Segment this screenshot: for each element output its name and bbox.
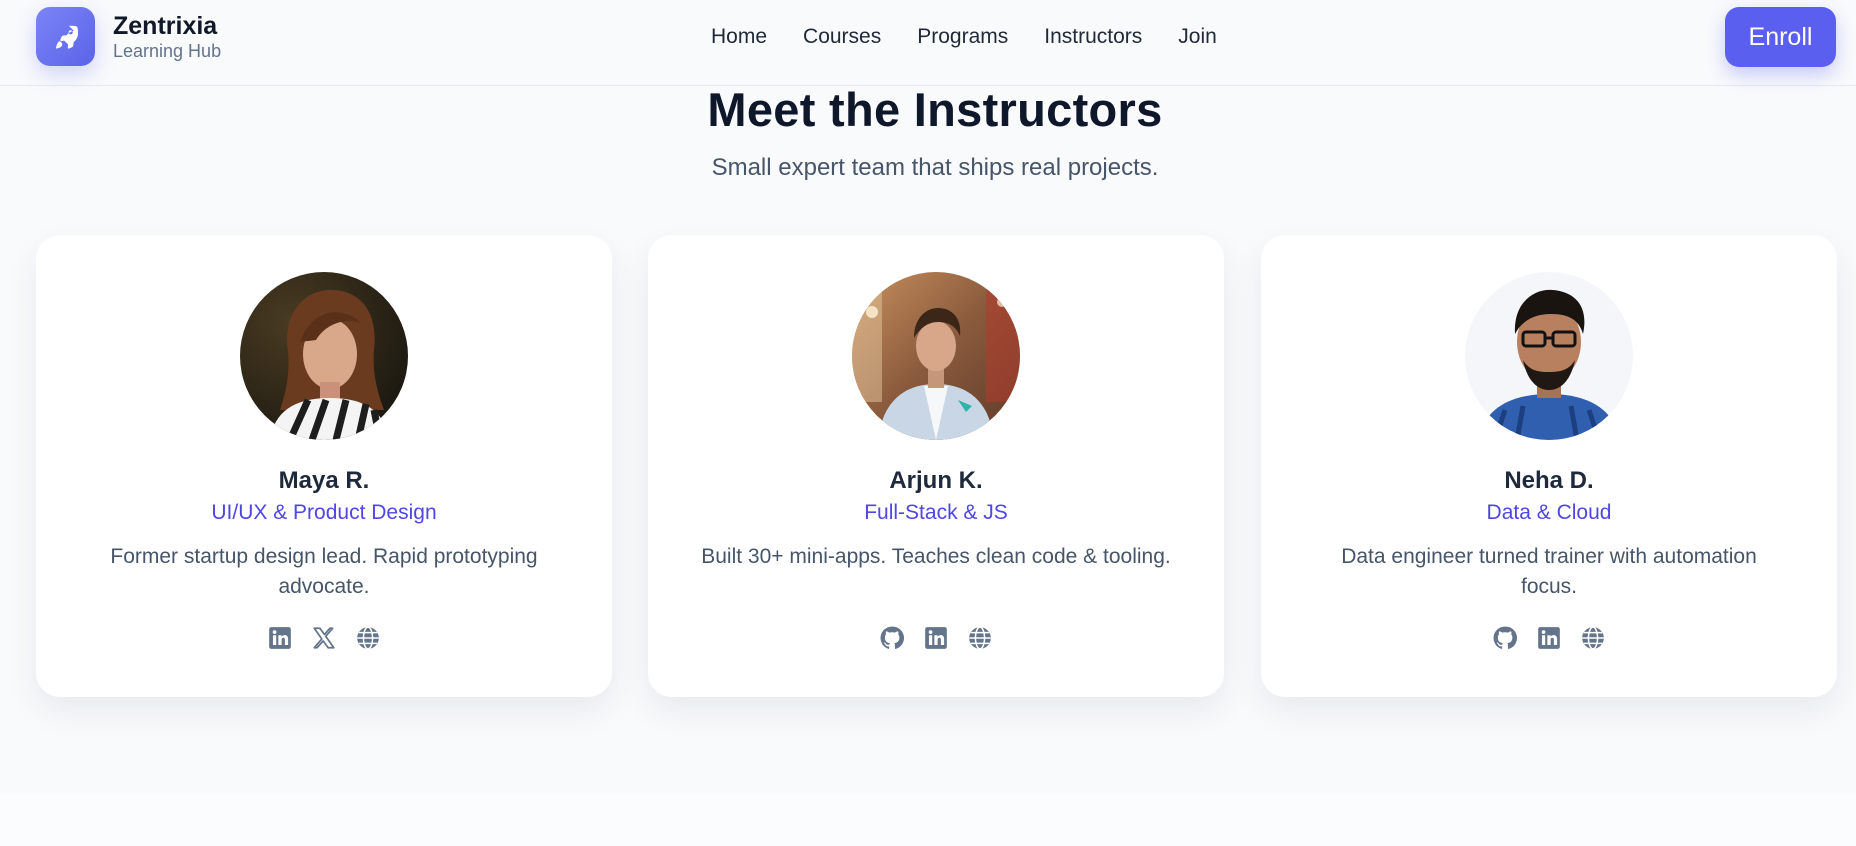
nav-instructors[interactable]: Instructors [1044,22,1142,52]
instructor-name: Maya R. [278,467,370,494]
social-links [1261,624,1837,652]
instructor-bio: Former startup design lead. Rapid protot… [110,545,538,598]
nav-home[interactable]: Home [711,22,767,52]
enroll-button[interactable]: Enroll [1725,7,1836,67]
top-navbar: Zentrixia Learning Hub Home Courses Prog… [0,0,1856,86]
brand-subtitle: Learning Hub [113,41,222,61]
globe-icon[interactable] [354,624,382,652]
instructor-card: Arjun K. Full-Stack & JS Built 30+ mini-… [648,235,1224,697]
page: Zentrixia Learning Hub Home Courses Prog… [0,0,1856,846]
linkedin-icon[interactable] [1535,624,1563,652]
social-links [36,624,612,652]
github-icon[interactable] [1491,624,1519,652]
globe-icon[interactable] [966,624,994,652]
social-links [648,624,1224,652]
instructor-role: Full-Stack & JS [864,501,1008,524]
nav-join[interactable]: Join [1178,22,1217,52]
github-icon[interactable] [878,624,906,652]
linkedin-icon[interactable] [922,624,950,652]
main-nav: Home Courses Programs Instructors Join [711,22,1217,52]
section-subtitle: Small expert team that ships real projec… [711,154,1159,181]
nav-courses[interactable]: Courses [803,22,881,52]
instructor-bio: Built 30+ mini-apps. Teaches clean code … [701,545,1171,568]
instructor-card: Maya R. UI/UX & Product Design Former st… [36,235,612,697]
section-title: Meet the Instructors [707,83,1163,136]
instructor-card: Neha D. Data & Cloud Data engineer turne… [1261,235,1837,697]
instructor-name: Neha D. [1504,467,1594,494]
instructor-name: Arjun K. [889,467,983,494]
instructor-role: Data & Cloud [1486,501,1612,524]
avatar [852,272,1020,440]
x-icon[interactable] [310,624,338,652]
avatar [240,272,408,440]
linkedin-icon[interactable] [266,624,294,652]
instructor-bio: Data engineer turned trainer with automa… [1341,545,1757,598]
rocket-icon [36,7,95,66]
brand[interactable]: Zentrixia Learning Hub [36,7,221,66]
avatar [1465,272,1633,440]
brand-name: Zentrixia [113,12,218,40]
instructor-role: UI/UX & Product Design [211,501,437,524]
nav-programs[interactable]: Programs [917,22,1008,52]
globe-icon[interactable] [1579,624,1607,652]
